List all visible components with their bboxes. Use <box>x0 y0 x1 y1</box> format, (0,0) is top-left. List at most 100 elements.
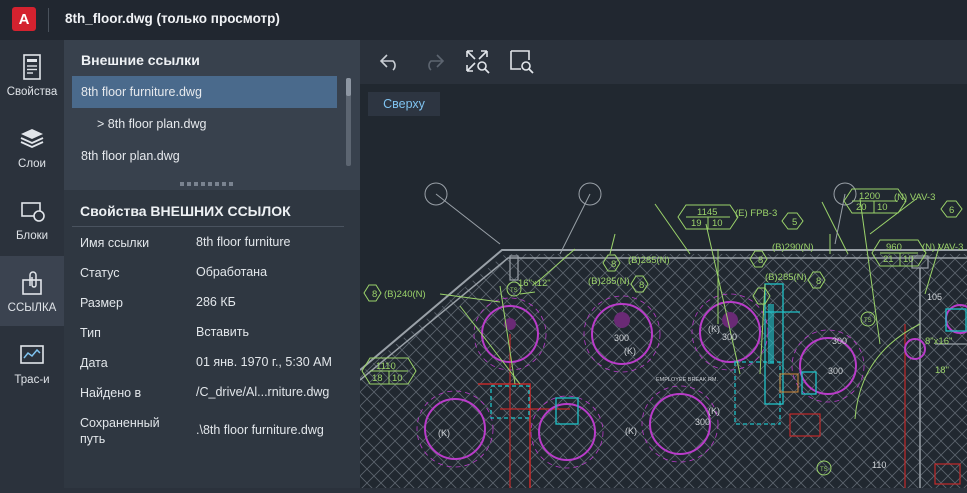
drawing-label: 300 <box>722 332 737 342</box>
xref-panel: Внешние ссылки 8th floor furniture.dwg >… <box>64 40 360 488</box>
drawing-label: (B)285(N) <box>588 276 630 287</box>
drawing-label: 16"x12" <box>518 278 551 289</box>
cad-drawing[interactable]: 1145 (E) FPB-3 5 19 10 1200 (N) VAV-3 6 … <box>359 84 967 488</box>
prop-label-date: Дата <box>80 356 108 370</box>
tool-blocks[interactable]: Блоки <box>0 184 64 254</box>
tool-properties-label: Свойства <box>6 86 58 98</box>
layers-icon <box>18 126 46 152</box>
drawing-label: 300 <box>828 366 843 376</box>
drawing-label: (E) FPB-3 <box>735 208 777 219</box>
drawing-label: 6 <box>949 205 954 216</box>
blocks-icon <box>18 198 46 224</box>
drawing-label: TS <box>864 318 872 324</box>
prop-label-found-in: Найдено в <box>80 386 142 400</box>
prop-label-status: Статус <box>80 266 120 280</box>
tool-layers-label: Слои <box>18 158 46 170</box>
view-label: Сверху <box>383 97 425 111</box>
drawing-label: 10 <box>877 202 888 213</box>
xref-list: 8th floor furniture.dwg > 8th floor plan… <box>64 76 360 180</box>
document-title: 8th_floor.dwg (только просмотр) <box>65 11 280 26</box>
drawing-label: 19 <box>691 218 702 229</box>
title-divider <box>48 8 49 32</box>
tool-layers[interactable]: Слои <box>0 112 64 182</box>
panel-resize-grip[interactable] <box>180 182 244 188</box>
drawing-label: 1200 <box>859 191 880 202</box>
drawing-label: TS <box>510 288 518 294</box>
properties-icon <box>18 54 46 80</box>
prop-label-type: Тип <box>80 326 101 340</box>
drawing-label: (K) <box>708 324 720 334</box>
drawing-label: 300 <box>614 333 629 343</box>
drawing-label: 10 <box>392 373 403 384</box>
prop-label-saved-path: Сохраненный путь <box>80 416 160 446</box>
drawing-label: 5 <box>792 217 797 228</box>
drawing-label: 1145 <box>697 207 717 218</box>
drawing-label: 8 <box>758 255 763 266</box>
redo-button[interactable] <box>420 48 448 76</box>
zoom-window-icon <box>510 50 534 74</box>
drawing-room-label: EMPLOYEE BREAK RM. <box>656 377 719 383</box>
drawing-label: (K) <box>708 406 720 416</box>
zoom-window-button[interactable] <box>508 48 536 76</box>
drawing-label: 8 <box>372 289 377 300</box>
drawing-label: 8 <box>816 276 821 287</box>
prop-value-found-in: /C_drive/Al...rniture.dwg <box>196 385 330 399</box>
drawing-label: 300 <box>695 417 710 427</box>
drawing-canvas-area: 1145 (E) FPB-3 5 19 10 1200 (N) VAV-3 6 … <box>359 40 967 488</box>
title-bar: A 8th_floor.dwg (только просмотр) <box>0 0 967 40</box>
drawing-label: 960 <box>886 242 902 253</box>
xref-item-label: > 8th floor plan.dwg <box>97 117 207 131</box>
prop-value-type: Вставить <box>196 325 249 339</box>
zoom-extents-icon <box>466 50 490 74</box>
canvas-toolbar <box>360 40 967 84</box>
drawing-label: 110 <box>872 460 886 470</box>
xref-item-nested-plan[interactable]: > 8th floor plan.dwg <box>72 108 337 140</box>
drawing-label: (B)240(N) <box>384 289 426 300</box>
drawing-label: 10 <box>903 254 914 265</box>
prop-value-size: 286 КБ <box>196 295 236 309</box>
xref-clip-icon <box>18 270 46 296</box>
drawing-label: 10 <box>712 218 723 229</box>
tool-trace[interactable]: Трас-и <box>0 328 64 398</box>
drawing-label: (B)285(N) <box>628 255 670 266</box>
prop-label-size: Размер <box>80 296 123 310</box>
xref-item-plan[interactable]: 8th floor plan.dwg <box>72 140 337 172</box>
xref-panel-title: Внешние ссылки <box>81 52 200 68</box>
drawing-label: (N) VAV-3 <box>894 192 935 203</box>
xref-item-label: 8th floor furniture.dwg <box>81 85 202 99</box>
view-cube-top-button[interactable]: Сверху <box>368 92 440 116</box>
drawing-label: (B)285(N) <box>765 272 807 283</box>
redo-icon <box>428 54 445 71</box>
prop-value-saved-path: .\8th floor furniture.dwg <box>196 423 324 437</box>
zoom-extents-button[interactable] <box>464 48 492 76</box>
app-logo-icon: A <box>12 7 36 31</box>
drawing-label: 18 <box>372 373 383 384</box>
drawing-label: 1110 <box>376 361 396 372</box>
drawing-label: 8"x16" <box>925 336 952 347</box>
undo-button[interactable] <box>376 48 404 76</box>
prop-value-name: 8th floor furniture <box>196 235 291 249</box>
tool-xref-label: ССЫЛКА <box>7 302 57 314</box>
drawing-label: 300 <box>832 336 847 346</box>
tool-properties[interactable]: Свойства <box>0 40 64 110</box>
prop-value-date: 01 янв. 1970 г., 5:30 AM <box>196 355 332 369</box>
drawing-label: 20 <box>856 202 867 213</box>
tool-blocks-label: Блоки <box>15 230 49 242</box>
prop-value-status: Обработана <box>196 265 268 279</box>
xref-properties-section: Свойства ВНЕШНИХ ССЫЛОК Имя ссылки 8th f… <box>64 190 360 488</box>
tool-rail: Свойства Слои Блоки ССЫЛКА Трас-и <box>0 40 64 488</box>
drawing-label: (K) <box>624 346 636 356</box>
drawing-label: 8 <box>639 280 644 291</box>
drawing-label: (N) VAV-3 <box>922 242 963 253</box>
xref-item-furniture[interactable]: 8th floor furniture.dwg <box>72 76 337 108</box>
drawing-label: 18" <box>935 365 949 376</box>
trace-icon <box>18 342 46 368</box>
undo-icon <box>379 54 396 71</box>
drawing-label: 105 <box>927 292 942 302</box>
xref-list-scroll-thumb[interactable] <box>346 78 351 96</box>
tool-xref[interactable]: ССЫЛКА <box>0 256 64 326</box>
drawing-label: (K) <box>625 426 637 436</box>
xref-item-label: 8th floor plan.dwg <box>81 149 180 163</box>
xref-panel-header: Внешние ссылки <box>64 40 360 78</box>
drawing-label: TS <box>820 467 828 473</box>
